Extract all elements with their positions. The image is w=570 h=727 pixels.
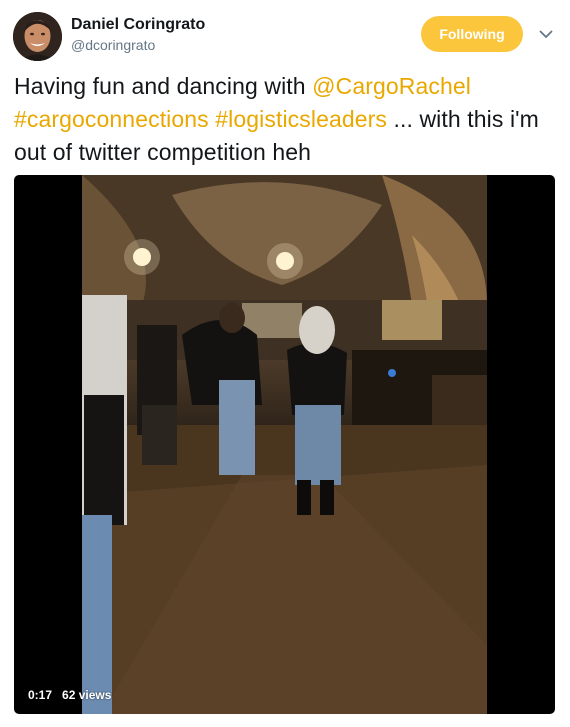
avatar-image xyxy=(13,12,62,61)
hashtag-link[interactable]: #logisticsleaders xyxy=(215,106,387,132)
following-button[interactable]: Following xyxy=(421,16,523,52)
hashtag-link[interactable]: #cargoconnections xyxy=(14,106,209,132)
display-name[interactable]: Daniel Coringrato xyxy=(71,15,205,35)
mention-link[interactable]: @CargoRachel xyxy=(312,73,471,99)
tweet-text: Having fun and dancing with @CargoRachel… xyxy=(14,70,559,169)
tweet-text-part: Having fun and dancing with xyxy=(14,73,313,99)
chevron-down-icon[interactable] xyxy=(538,26,554,42)
video-frame[interactable] xyxy=(82,175,487,714)
video-player[interactable]: 0:17 62 views xyxy=(14,175,555,714)
user-handle[interactable]: @dcoringrato xyxy=(71,36,205,54)
tweet-card: Daniel Coringrato @dcoringrato Following… xyxy=(0,0,570,727)
video-time: 0:17 xyxy=(28,688,53,702)
video-scene xyxy=(82,175,487,714)
user-info[interactable]: Daniel Coringrato @dcoringrato xyxy=(71,15,205,54)
video-views: 62 views xyxy=(62,688,112,702)
video-meta: 0:17 62 views xyxy=(28,688,111,702)
user-avatar[interactable] xyxy=(13,12,62,61)
